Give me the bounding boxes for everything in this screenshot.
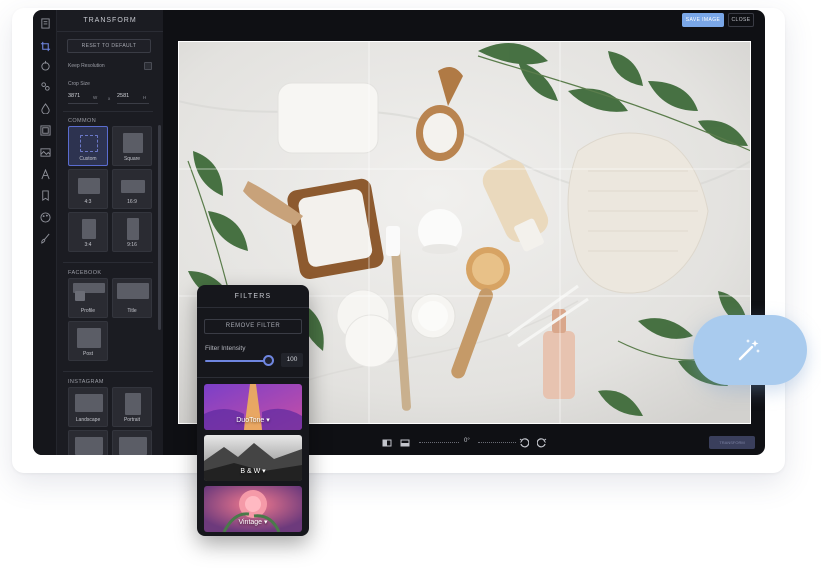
preset-square[interactable]: Square — [112, 126, 152, 166]
frame-icon[interactable] — [37, 122, 53, 138]
preset-label: 4:3 — [84, 199, 92, 205]
rotate-left-icon[interactable] — [519, 438, 529, 448]
adjust-icon[interactable] — [37, 57, 53, 73]
section-title-instagram: INSTAGRAM — [68, 379, 104, 385]
overlay-icon[interactable] — [37, 144, 53, 160]
preset-label: Portrait — [123, 417, 141, 423]
rotation-angle: 0° — [464, 438, 470, 444]
preset-custom[interactable]: Custom — [68, 126, 108, 166]
rotation-scale-right[interactable] — [478, 442, 516, 444]
flip-vertical-icon[interactable] — [400, 438, 410, 448]
close-button[interactable]: CLOSE — [728, 13, 754, 27]
rotation-scale-left[interactable] — [419, 442, 459, 444]
preset-label: 9:16 — [127, 242, 137, 248]
filter-intensity-slider[interactable] — [205, 360, 271, 362]
drop-icon[interactable] — [37, 100, 53, 116]
preset-3-4[interactable]: 3:4 — [68, 212, 108, 252]
filter-bw[interactable]: B & W ▾ — [204, 435, 302, 481]
section-title-facebook: FACEBOOK — [68, 270, 102, 276]
preset-instagram-portrait[interactable]: Portrait — [112, 387, 152, 427]
keep-resolution-label: Keep Resolution — [68, 63, 105, 69]
document-icon[interactable] — [37, 15, 53, 31]
crop-icon[interactable] — [37, 38, 53, 54]
preset-more[interactable] — [112, 430, 152, 455]
preset-more[interactable] — [68, 430, 108, 455]
slider-handle[interactable] — [263, 355, 274, 366]
preset-instagram-landscape[interactable]: Landscape — [68, 387, 108, 427]
rotate-right-icon[interactable] — [537, 438, 547, 448]
flip-horizontal-icon[interactable] — [382, 438, 392, 448]
preset-label: 16:9 — [127, 199, 137, 205]
preset-facebook-post[interactable]: Post — [68, 321, 108, 361]
preset-label: Custom — [79, 156, 97, 162]
preset-facebook-profile[interactable]: Profile — [68, 278, 108, 318]
crop-height-input[interactable]: 2581 — [117, 93, 129, 99]
preset-9-16[interactable]: 9:16 — [112, 212, 152, 252]
effects-icon[interactable] — [37, 78, 53, 94]
bookmark-icon[interactable] — [37, 187, 53, 203]
preset-16-9[interactable]: 16:9 — [112, 169, 152, 209]
filter-label: B & W ▾ — [240, 468, 266, 475]
preset-label: Post — [82, 351, 93, 357]
width-unit-label: W — [93, 95, 98, 100]
done-button[interactable]: TRANSFORM — [709, 436, 755, 449]
magic-wand-icon — [738, 339, 760, 361]
transform-panel: TRANSFORM RESET TO DEFAULT Keep Resoluti… — [57, 10, 163, 455]
keep-resolution-checkbox[interactable] — [144, 62, 152, 70]
crop-width-input[interactable]: 3871 — [68, 93, 80, 99]
dimension-separator: x — [108, 96, 111, 101]
filter-label: DuoTone ▾ — [236, 417, 270, 424]
preset-label: Title — [127, 308, 137, 314]
magic-wand-button[interactable] — [693, 315, 807, 385]
panel-title: TRANSFORM — [57, 10, 163, 32]
crop-size-label: Crop Size — [68, 81, 90, 87]
filters-panel: FILTERS REMOVE FILTER Filter Intensity 1… — [197, 285, 309, 536]
save-image-button[interactable]: SAVE IMAGE — [682, 13, 724, 27]
preset-label: Profile — [80, 308, 96, 314]
filter-intensity-label: Filter Intensity — [205, 345, 246, 352]
filter-duotone[interactable]: DuoTone ▾ — [204, 384, 302, 430]
brush-icon[interactable] — [37, 230, 53, 246]
palette-icon[interactable] — [37, 209, 53, 225]
preset-4-3[interactable]: 4:3 — [68, 169, 108, 209]
filters-divider — [197, 377, 309, 378]
section-divider — [63, 371, 153, 372]
preset-label: Square — [123, 156, 141, 162]
height-unit-label: H — [143, 95, 147, 100]
section-divider — [63, 262, 153, 263]
section-title-common: COMMON — [68, 118, 97, 124]
tool-rail — [33, 10, 57, 455]
filters-title: FILTERS — [197, 285, 309, 308]
remove-filter-button[interactable]: REMOVE FILTER — [204, 319, 302, 334]
filter-label: Vintage ▾ — [238, 519, 268, 526]
reset-to-default-button[interactable]: RESET TO DEFAULT — [67, 39, 151, 53]
preset-label: Landscape — [75, 417, 101, 423]
section-divider — [63, 111, 153, 112]
preset-label: 3:4 — [84, 242, 92, 248]
preset-facebook-title[interactable]: Title — [112, 278, 152, 318]
filter-vintage[interactable]: Vintage ▾ — [204, 486, 302, 532]
height-underline — [117, 103, 149, 104]
editor-window: TRANSFORM RESET TO DEFAULT Keep Resoluti… — [33, 10, 765, 455]
width-underline — [68, 103, 98, 104]
panel-scrollbar[interactable] — [158, 125, 161, 330]
filter-intensity-value[interactable]: 100 — [281, 353, 303, 367]
text-icon[interactable] — [37, 166, 53, 182]
